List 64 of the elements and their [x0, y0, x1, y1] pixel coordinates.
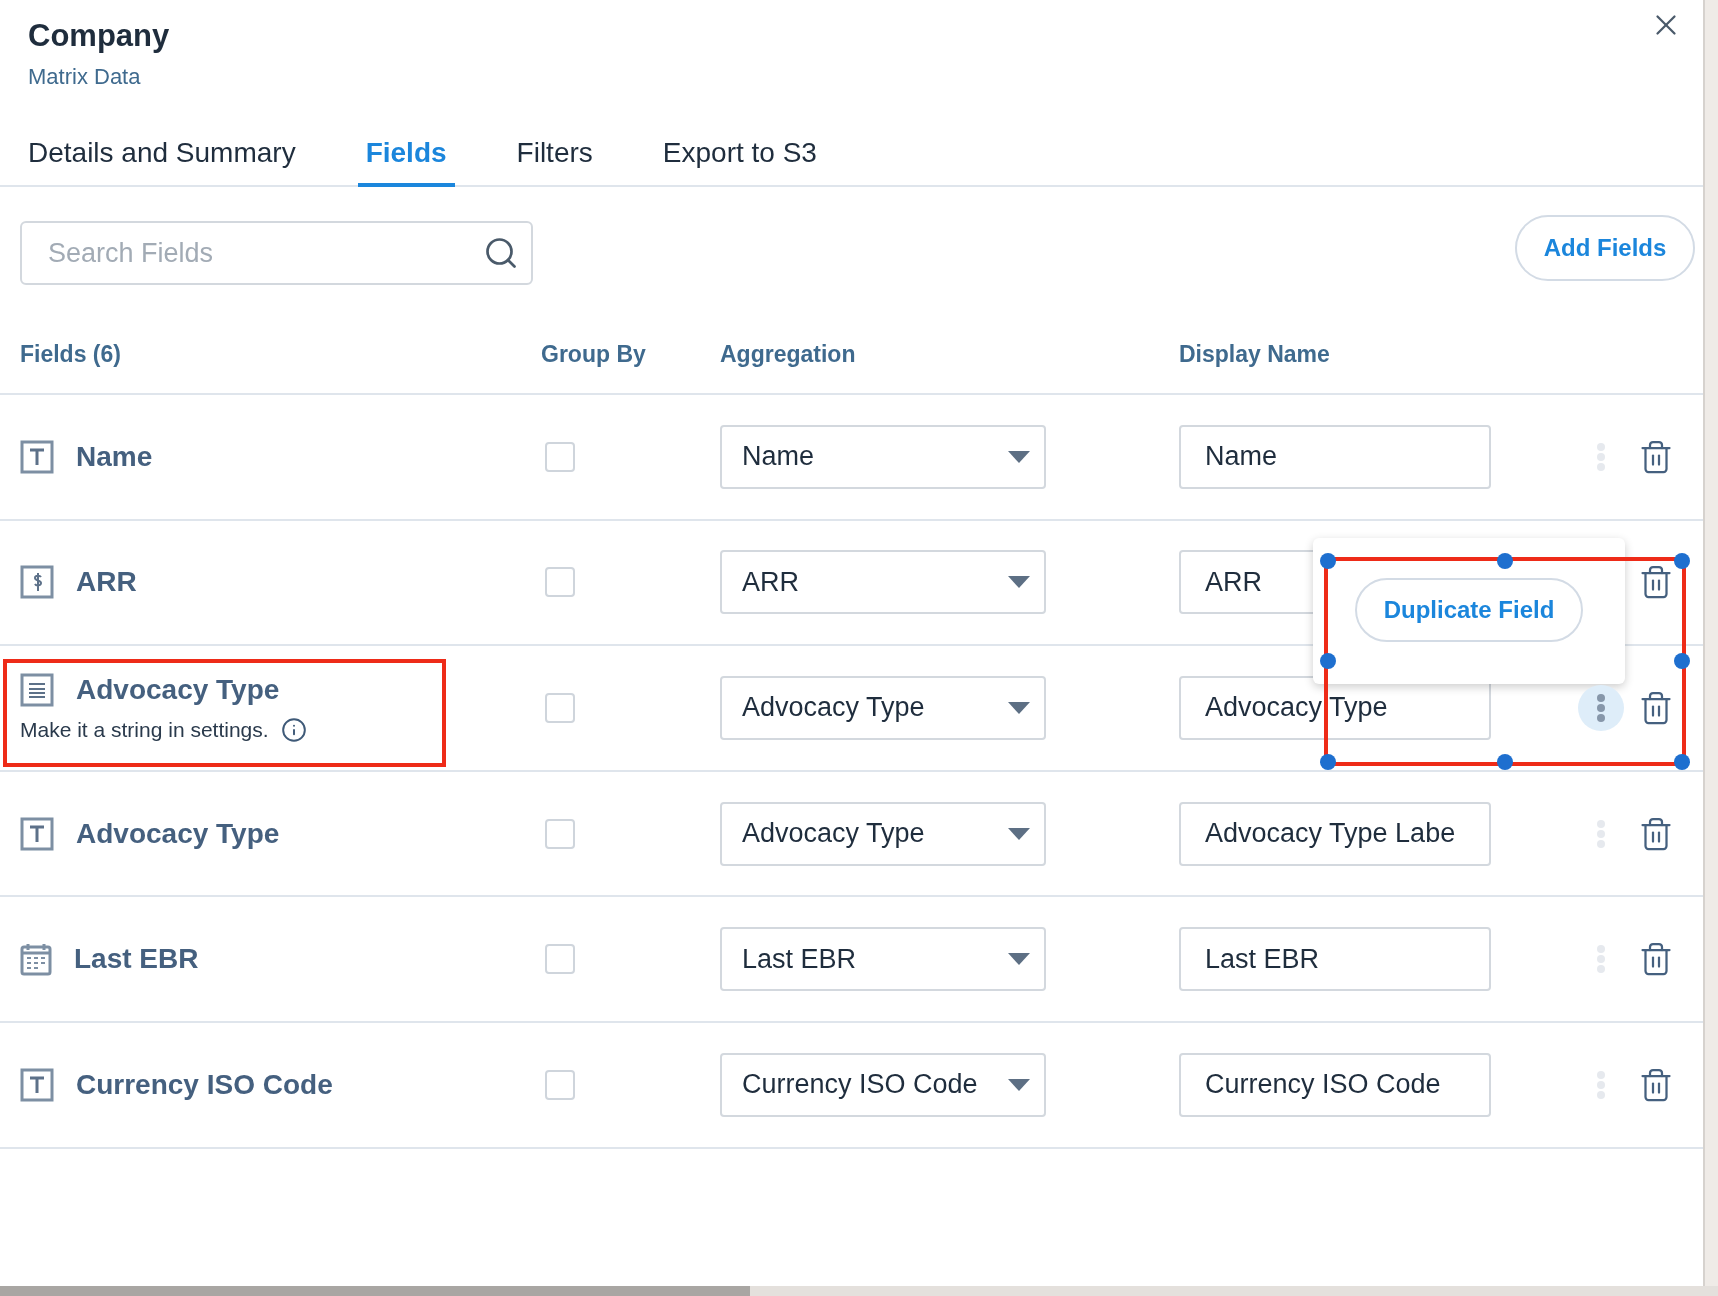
- horizontal-scrollbar[interactable]: [0, 1286, 1718, 1296]
- column-header: Aggregation: [720, 340, 856, 367]
- duplicate-field-button[interactable]: Duplicate Field: [1355, 578, 1583, 643]
- dialog-title: Company: [28, 18, 170, 54]
- dollar-type-icon: [20, 565, 54, 600]
- group-by-checkbox[interactable]: [545, 1069, 575, 1100]
- column-header: Group By: [541, 340, 646, 367]
- field-name: Currency ISO Code: [76, 1068, 333, 1101]
- group-by-checkbox[interactable]: [545, 567, 575, 598]
- group-by-checkbox[interactable]: [545, 818, 575, 849]
- caret-icon: [1008, 953, 1030, 966]
- field-note: Make it a string in settings.: [20, 718, 269, 742]
- resize-handle: [1674, 753, 1690, 770]
- dialog-subtitle: Matrix Data: [28, 64, 141, 90]
- caret-icon: [1008, 702, 1030, 714]
- vertical-dots-icon: [1597, 819, 1605, 848]
- display-name-input[interactable]: Advocacy Type: [1179, 676, 1491, 740]
- caret-icon: [1008, 827, 1030, 840]
- vertical-dots-icon: [1597, 1070, 1605, 1099]
- search-icon: [483, 235, 519, 271]
- caret-icon: [1008, 576, 1030, 589]
- add-fields-button[interactable]: Add Fields: [1515, 215, 1695, 281]
- caret-icon: [1008, 1078, 1030, 1091]
- vertical-dots-icon: [1597, 442, 1605, 471]
- field-name: Advocacy Type: [76, 817, 280, 850]
- text-type-icon: [20, 816, 54, 851]
- text-type-icon: [20, 1067, 54, 1102]
- aggregation-dropdown[interactable]: Currency ISO Code: [720, 1052, 1046, 1117]
- calendar-icon: [20, 942, 52, 977]
- field-name: Advocacy Type: [76, 674, 280, 706]
- field-name: Last EBR: [74, 943, 199, 976]
- vertical-dots-icon: [1597, 945, 1605, 974]
- resize-handle: [1320, 753, 1336, 770]
- aggregation-dropdown[interactable]: ARR: [720, 550, 1046, 615]
- resize-handle: [1674, 653, 1690, 670]
- display-name-input[interactable]: Advocacy Type Labe: [1179, 801, 1491, 866]
- vertical-dots-icon: [1597, 694, 1605, 722]
- group-by-checkbox[interactable]: [545, 944, 575, 975]
- document-lines-icon: [20, 673, 54, 707]
- resize-handle: [1497, 753, 1513, 770]
- field-name: Name: [76, 440, 153, 473]
- field-name: ARR: [76, 566, 137, 599]
- aggregation-dropdown[interactable]: Last EBR: [720, 927, 1046, 992]
- search-field[interactable]: Search Fields: [20, 221, 533, 285]
- scrollbar-thumb[interactable]: [0, 1286, 750, 1296]
- caret-icon: [1008, 450, 1030, 463]
- tab[interactable]: Filters: [508, 137, 601, 187]
- display-name-input[interactable]: Last EBR: [1179, 927, 1491, 992]
- display-name-input[interactable]: Currency ISO Code: [1179, 1052, 1491, 1117]
- tab[interactable]: Export to S3: [654, 137, 825, 187]
- column-header: Display Name: [1179, 340, 1330, 367]
- tab[interactable]: Fields: [357, 137, 455, 187]
- display-name-input[interactable]: Name: [1179, 424, 1491, 489]
- info-icon[interactable]: [280, 717, 307, 743]
- aggregation-dropdown[interactable]: Advocacy Type: [720, 676, 1046, 740]
- group-by-checkbox[interactable]: [545, 693, 575, 723]
- aggregation-dropdown[interactable]: Advocacy Type: [720, 801, 1046, 866]
- text-type-icon: [20, 439, 54, 474]
- resize-handle: [1674, 553, 1690, 570]
- aggregation-dropdown[interactable]: Name: [720, 424, 1046, 489]
- column-header: Fields (6): [20, 340, 121, 367]
- more-options-button[interactable]: [1578, 685, 1624, 731]
- tab[interactable]: Details and Summary: [20, 137, 304, 187]
- group-by-checkbox[interactable]: [545, 441, 575, 472]
